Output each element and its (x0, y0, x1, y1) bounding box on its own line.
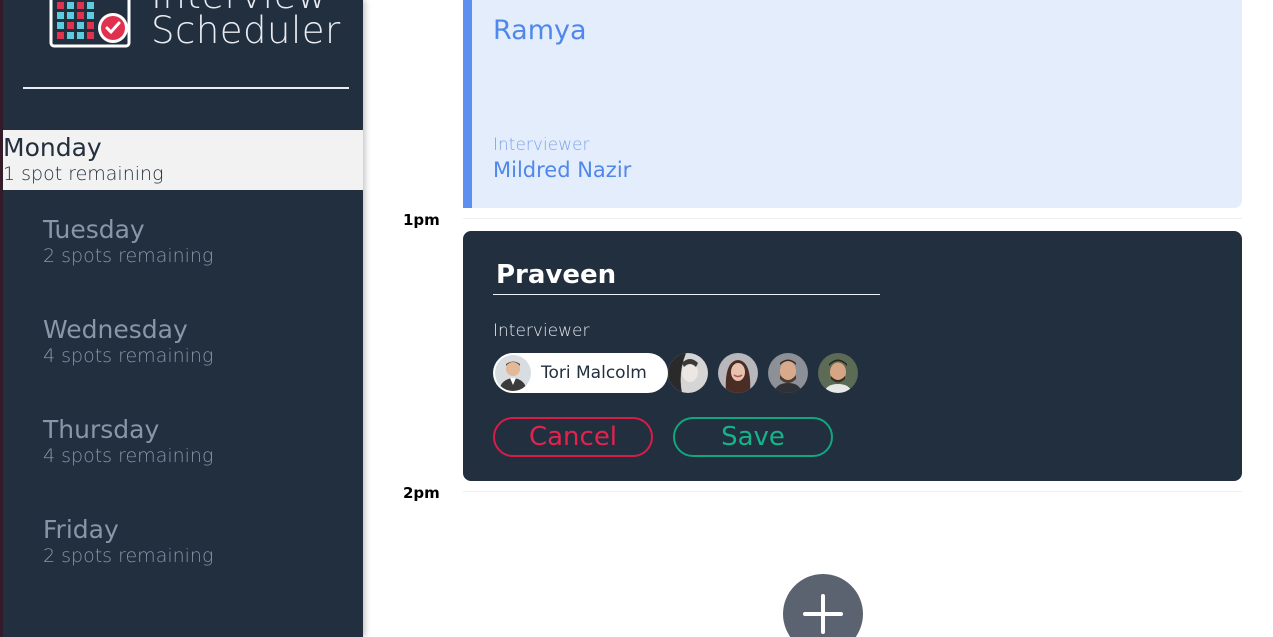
time-label-2pm: 2pm (403, 484, 440, 502)
booked-appointment: Ramya Interviewer Mildred Nazir (463, 0, 1242, 208)
app-title-line2: Scheduler (151, 9, 341, 52)
interviewer-option[interactable] (818, 353, 858, 393)
sidebar-divider (23, 87, 349, 89)
day-name: Wednesday (43, 315, 188, 344)
appointment-form: Interviewer Tori Malcolm (463, 231, 1242, 481)
day-item-monday[interactable]: Monday 1 spot remaining (3, 130, 363, 190)
day-spots: 4 spots remaining (43, 445, 214, 467)
day-name: Friday (43, 515, 119, 544)
day-item-wednesday[interactable]: Wednesday 4 spots remaining (3, 310, 363, 410)
interviewer-option-selected[interactable]: Tori Malcolm (493, 353, 668, 393)
day-item-friday[interactable]: Friday 2 spots remaining (3, 510, 363, 610)
plus-icon (803, 594, 843, 634)
day-spots: 1 spot remaining (3, 163, 164, 185)
add-appointment-button[interactable] (783, 574, 863, 637)
student-name-input[interactable] (493, 255, 880, 295)
interviewer-option[interactable] (718, 353, 758, 393)
day-name: Thursday (43, 415, 160, 444)
day-spots: 2 spots remaining (43, 245, 214, 267)
interviewer-name: Tori Malcolm (541, 363, 647, 383)
interviewer-label: Interviewer (493, 135, 590, 155)
cancel-button[interactable]: Cancel (493, 417, 653, 457)
time-label-1pm: 1pm (403, 211, 440, 229)
day-name: Monday (3, 133, 102, 162)
student-name: Ramya (493, 15, 587, 46)
logo: Interview Scheduler (47, 0, 363, 52)
save-button[interactable]: Save (673, 417, 833, 457)
app-title: Interview Scheduler (151, 0, 341, 52)
interviewer-name: Mildred Nazir (493, 158, 632, 182)
day-item-tuesday[interactable]: Tuesday 2 spots remaining (3, 210, 363, 310)
interviewer-label: Interviewer (493, 321, 590, 341)
calendar-logo-icon (49, 0, 131, 48)
interviewer-avatar (495, 355, 531, 391)
day-name: Tuesday (43, 215, 145, 244)
day-list: Monday 1 spot remaining Tuesday 2 spots … (3, 130, 363, 610)
time-separator (463, 491, 1242, 492)
day-spots: 2 spots remaining (43, 545, 214, 567)
app: Interview Scheduler Monday 1 spot remain… (0, 0, 1273, 637)
interviewer-option[interactable] (768, 353, 808, 393)
interviewer-option[interactable] (668, 353, 708, 393)
time-separator (463, 218, 1242, 219)
day-spots: 4 spots remaining (43, 345, 214, 367)
day-item-thursday[interactable]: Thursday 4 spots remaining (3, 410, 363, 510)
sidebar: Interview Scheduler Monday 1 spot remain… (0, 0, 363, 637)
